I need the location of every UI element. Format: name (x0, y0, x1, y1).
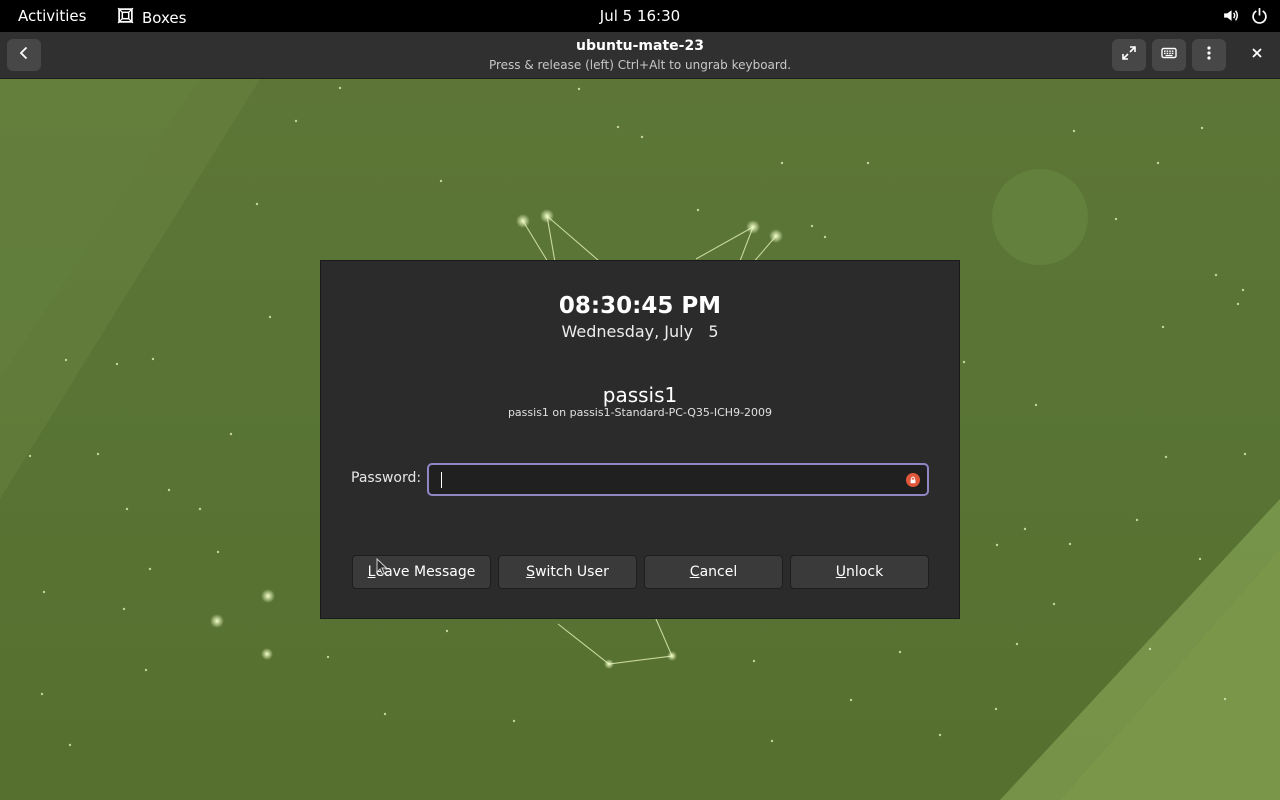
switch-user-label: witch User (535, 564, 609, 580)
text-caret (441, 472, 442, 488)
main-menu-button[interactable] (1192, 39, 1226, 71)
password-field[interactable] (427, 463, 929, 496)
close-button[interactable] (1240, 39, 1274, 71)
window-subtitle: Press & release (left) Ctrl+Alt to ungra… (488, 58, 792, 72)
power-icon (1251, 7, 1268, 28)
lock-dialog: 08:30:45 PM Wednesday, July 5 passis1 pa… (320, 260, 960, 619)
fullscreen-button[interactable] (1112, 39, 1146, 71)
cancel-label: ancel (699, 564, 738, 580)
system-menu-button[interactable] (1222, 7, 1268, 28)
cancel-mnemonic: C (689, 564, 700, 580)
lock-time: 08:30:45 PM (558, 293, 722, 319)
cancel-button[interactable]: Cancel (644, 555, 783, 589)
leave-message-button[interactable]: Leave Message (352, 555, 491, 589)
menu-icon (1201, 45, 1217, 65)
unlock-label: nlock (846, 564, 884, 580)
password-input[interactable] (437, 469, 897, 491)
boxes-header-bar: ubuntu-mate-23 Press & release (left) Ct… (0, 32, 1280, 79)
switch-user-button[interactable]: Switch User (498, 555, 637, 589)
unlock-mnemonic: U (835, 564, 847, 580)
volume-icon (1222, 7, 1239, 28)
mouse-pointer-icon (376, 558, 388, 576)
caps-lock-icon (906, 473, 920, 487)
fullscreen-icon (1121, 45, 1137, 65)
keyboard-icon (1161, 45, 1177, 65)
lock-date: Wednesday, July 5 (561, 322, 719, 341)
lock-host: passis1 on passis1-Standard-PC-Q35-ICH9-… (507, 406, 773, 419)
gnome-top-bar: Activities Boxes Jul 5 16:30 (0, 0, 1280, 32)
activities-button[interactable]: Activities (18, 7, 86, 25)
boxes-icon (117, 7, 134, 28)
lock-username: passis1 (602, 383, 678, 407)
app-name: Boxes (142, 8, 187, 27)
close-icon (1249, 45, 1265, 65)
leave-message-mnemonic: L (367, 564, 376, 580)
app-menu-button[interactable]: Boxes (117, 7, 186, 28)
window-title: ubuntu-mate-23 (576, 38, 704, 54)
leave-message-label: eave Message (375, 564, 476, 580)
switch-user-mnemonic: S (526, 564, 536, 580)
keyboard-shortcuts-button[interactable] (1152, 39, 1186, 71)
password-label: Password: (351, 470, 422, 486)
clock-button[interactable]: Jul 5 16:30 (600, 7, 680, 25)
unlock-button[interactable]: Unlock (790, 555, 929, 589)
